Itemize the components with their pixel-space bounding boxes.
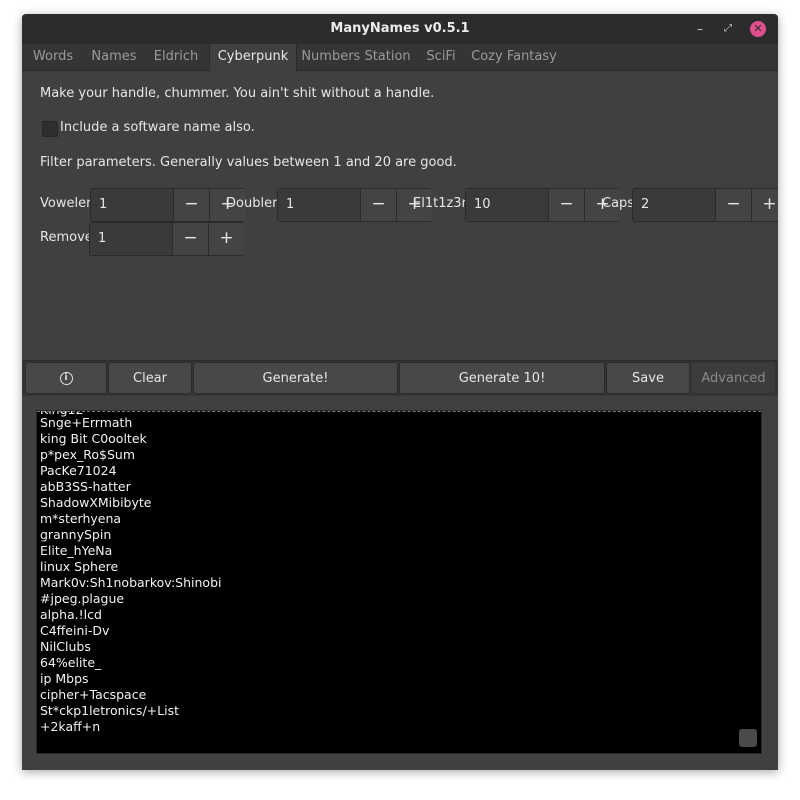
remove-increment-button[interactable]: + [208, 223, 244, 255]
output-textarea[interactable]: King12 Snge+Errmath king Bit C0ooltek p*… [36, 410, 762, 754]
caps-label: Caps [602, 196, 635, 211]
close-icon[interactable]: ✕ [750, 21, 766, 37]
maximize-icon[interactable]: ⤢ [720, 21, 736, 37]
doubler-label: Doubler [226, 196, 278, 211]
doubler-decrement-button[interactable]: − [360, 189, 396, 221]
window-title: ManyNames v0.5.1 [330, 21, 470, 36]
output-line: C4ffeini-Dv [40, 623, 110, 638]
output-line: abB3SS-hatter [40, 479, 131, 494]
output-line: NilClubs [40, 639, 91, 654]
caps-decrement-button[interactable]: − [715, 189, 751, 221]
elitizer-label: El1t1z3r [413, 196, 467, 211]
remove-label: Remove [40, 230, 93, 245]
output-line: Mark0v:Sh1nobarkov:Shinobi [40, 575, 222, 590]
output-line: +2kaff+n [40, 719, 101, 734]
output-line: m*sterhyena [40, 511, 122, 526]
info-button[interactable]: i [25, 362, 107, 394]
intro-text: Make your handle, chummer. You ain't shi… [40, 86, 435, 101]
tab-eldrich[interactable]: Eldrich [144, 44, 208, 70]
output-line: ShadowXMibibyte [40, 495, 152, 510]
output-line: 64%elite_ [40, 655, 102, 670]
output-line: king Bit C0ooltek [40, 431, 147, 446]
elitizer-decrement-button[interactable]: − [548, 189, 584, 221]
resize-grip[interactable] [739, 729, 757, 747]
advanced-button[interactable]: Advanced [691, 362, 776, 394]
voweler-decrement-button[interactable]: − [173, 189, 209, 221]
doubler-stepper: 1 − + [277, 188, 432, 222]
remove-decrement-button[interactable]: − [172, 223, 208, 255]
output-line: Snge+Errmath [40, 415, 133, 430]
voweler-input[interactable]: 1 [91, 189, 173, 221]
output-divider [37, 411, 761, 412]
output-line: ip Mbps [40, 671, 89, 686]
minimize-icon[interactable]: – [692, 21, 708, 37]
checkbox-label[interactable]: Include a software name also. [60, 120, 255, 135]
clear-button[interactable]: Clear [108, 362, 192, 394]
tab-words[interactable]: Words [22, 44, 84, 70]
output-line: linux Sphere [40, 559, 119, 574]
output-line: alpha.!lcd [40, 607, 102, 622]
title-bar[interactable]: ManyNames v0.5.1 – ⤢ ✕ [22, 14, 778, 44]
tab-cozy-fantasy[interactable]: Cozy Fantasy [466, 44, 562, 70]
voweler-label: Voweler [40, 196, 92, 211]
elitizer-input[interactable]: 10 [466, 189, 548, 221]
output-line: p*pex_Ro$Sum [40, 447, 135, 462]
caps-increment-button[interactable]: + [751, 189, 778, 221]
voweler-stepper: 1 − + [90, 188, 245, 222]
output-line: #jpeg.plague [40, 591, 125, 606]
save-button[interactable]: Save [606, 362, 690, 394]
doubler-input[interactable]: 1 [278, 189, 360, 221]
tab-scifi[interactable]: SciFi [416, 44, 466, 70]
software-name-checkbox[interactable] [42, 121, 58, 137]
app-window: ManyNames v0.5.1 – ⤢ ✕ Words Names Eldri… [22, 14, 778, 770]
output-line: cipher+Tacspace [40, 687, 147, 702]
caps-stepper: 2 − + [632, 188, 778, 222]
tab-bar: Words Names Eldrich Cyberpunk Numbers St… [22, 44, 778, 71]
generate-button[interactable]: Generate! [193, 362, 398, 394]
remove-input[interactable]: 1 [90, 223, 172, 255]
output-line: PacKe71024 [40, 463, 117, 478]
tab-names[interactable]: Names [84, 44, 144, 70]
action-bar: i Clear Generate! Generate 10! Save Adva… [22, 360, 778, 396]
caps-input[interactable]: 2 [633, 189, 715, 221]
output-line: grannySpin [40, 527, 112, 542]
remove-stepper: 1 − + [89, 222, 244, 256]
elitizer-stepper: 10 − + [465, 188, 620, 222]
output-line: St*ckp1letronics/+List [40, 703, 179, 718]
filter-text: Filter parameters. Generally values betw… [40, 155, 457, 170]
output-line: Elite_hYeNa [40, 543, 113, 558]
tab-cyberpunk[interactable]: Cyberpunk [209, 44, 297, 71]
tab-numbers-station[interactable]: Numbers Station [296, 44, 416, 70]
info-icon: i [59, 372, 73, 385]
generate-10-button[interactable]: Generate 10! [399, 362, 605, 394]
